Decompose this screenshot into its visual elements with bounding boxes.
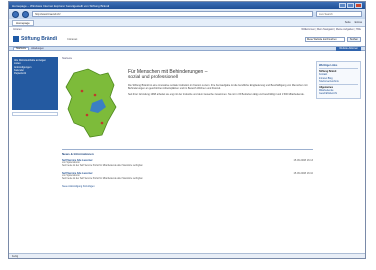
page-menu[interactable]: Seite — [345, 21, 351, 24]
logo-text: Stiftung Brändi — [21, 36, 58, 42]
site-top-right[interactable]: Willkommen | Mein Navigator | Meine Aufg… — [301, 28, 361, 31]
quick-launch: Alle Websiteinhalte anzeigen Listen Ankü… — [12, 57, 58, 110]
logo-icon — [13, 36, 19, 42]
site-actions-button[interactable]: Website-Aktionen — [336, 46, 361, 51]
add-announcement-link[interactable]: Neue Ankündigung hinzufügen — [62, 185, 313, 188]
browser-window: Homepage – Windows Internet Explorer ber… — [8, 1, 366, 259]
news-heading: News & Informationen — [62, 152, 94, 156]
hero: Für Menschen mit Behinderungen – sozial … — [62, 63, 313, 147]
title-bar: Homepage – Windows Internet Explorer ber… — [9, 2, 365, 9]
web-page: Intranet Willkommen | Mein Navigator | M… — [9, 27, 365, 258]
link-phonebook[interactable]: Telefonverzeichnis — [319, 80, 358, 83]
news-section: News & Informationen Self Service Alle L… — [62, 149, 313, 188]
address-bar[interactable]: http://www.braendi.ch/ — [32, 11, 313, 17]
news-text: Seit heute ist der Self Service Portal f… — [62, 178, 144, 181]
search-scope-select[interactable]: Diese Website durchsuchen — [304, 36, 345, 42]
sidebar-item-recycle[interactable]: Papierkorb — [14, 72, 56, 75]
back-icon[interactable] — [12, 10, 19, 18]
site-menu: Startseite Abteilungen Website-Aktionen — [9, 46, 365, 51]
maximize-button[interactable] — [347, 3, 354, 8]
links-heading: Wichtige Links — [319, 64, 338, 67]
site-top-left[interactable]: Intranet — [13, 28, 21, 31]
news-date: 15.09.2008 16:10 — [293, 172, 313, 176]
tab-homepage[interactable]: Homepage — [12, 19, 34, 26]
news-text: Seit heute ist der Self Service Portal f… — [62, 165, 144, 168]
site-search-button[interactable]: Suchen — [346, 36, 361, 42]
right-links-panel: Wichtige Links Stiftung Brändi Kontakt I… — [316, 61, 361, 99]
site-subbrand: Intranet — [67, 37, 78, 41]
address-row: http://www.braendi.ch/ Live Search — [9, 9, 365, 19]
hero-subtitle: sozial und professionell — [128, 75, 178, 80]
window-title: Homepage – Windows Internet Explorer ber… — [12, 3, 110, 8]
status-text: Fertig — [12, 254, 19, 258]
site-logo[interactable]: Stiftung Brändi — [13, 36, 57, 42]
menu-startseite[interactable]: Startseite — [13, 46, 30, 51]
news-item: Self Service Alle Luzerner 15.09.2008 16… — [62, 172, 313, 181]
link-annual-report[interactable]: Geschäftsbericht — [319, 92, 358, 95]
main-content: Startseite Für Menschen mit Behinderunge… — [62, 57, 313, 188]
site-header: Stiftung Brändi Intranet Diese Website d… — [9, 32, 365, 46]
intro-paragraph: Die Stiftung Brändi ist eine innovative … — [128, 84, 308, 91]
news-item: Self Service Alle Luzerner 15.09.2008 16… — [62, 159, 313, 168]
search-input[interactable]: Live Search — [316, 11, 362, 17]
canton-map-image — [65, 68, 117, 138]
sidebar-footer-box — [12, 112, 58, 116]
minimize-button[interactable] — [339, 3, 346, 8]
tab-row: Homepage Seite Extras — [9, 19, 365, 27]
status-bar: Fertig — [9, 253, 365, 258]
tools-menu[interactable]: Extras — [355, 21, 362, 24]
menu-abteilungen[interactable]: Abteilungen — [31, 47, 44, 50]
history-paragraph: Seit ihrer Gründung 1968 arbeitet sie en… — [128, 92, 305, 96]
close-button[interactable] — [355, 3, 362, 8]
news-date: 15.09.2008 16:13 — [293, 159, 313, 162]
forward-icon[interactable] — [22, 10, 29, 18]
